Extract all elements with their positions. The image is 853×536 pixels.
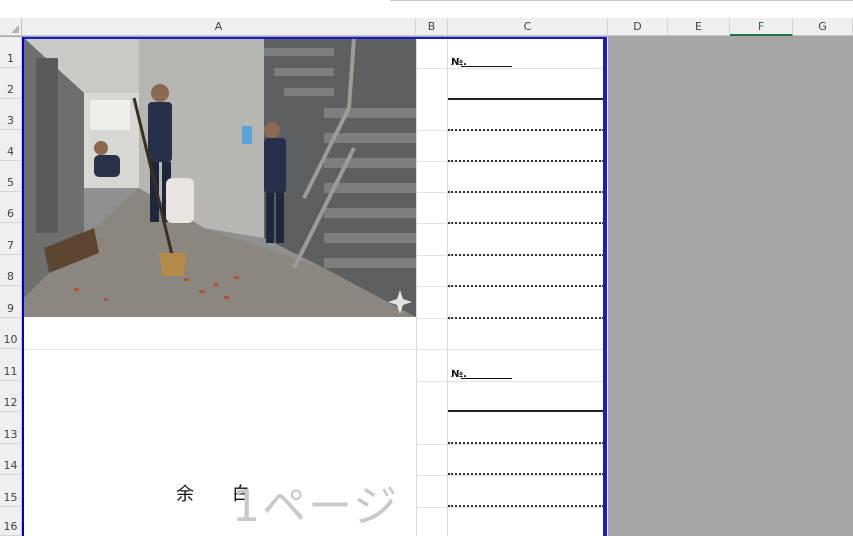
row-header-1[interactable]: 1 bbox=[0, 37, 22, 68]
header-rule bbox=[448, 98, 604, 100]
gridline bbox=[416, 507, 606, 508]
page-break-border-left[interactable] bbox=[22, 37, 24, 536]
column-header-c[interactable]: C bbox=[448, 18, 608, 36]
row-header-13[interactable]: 13 bbox=[0, 412, 22, 444]
writing-line bbox=[448, 254, 604, 256]
gridline bbox=[416, 381, 606, 382]
writing-line bbox=[448, 160, 604, 162]
number-underline bbox=[461, 66, 512, 67]
row-header-11[interactable]: 11 bbox=[0, 349, 22, 381]
writing-line bbox=[448, 222, 604, 224]
row-header-9[interactable]: 9 bbox=[0, 286, 22, 318]
writing-line bbox=[448, 285, 604, 287]
gridline bbox=[416, 444, 606, 445]
outside-print-area[interactable] bbox=[608, 37, 853, 536]
column-header-a[interactable]: A bbox=[22, 18, 416, 36]
row-header-15[interactable]: 15 bbox=[0, 475, 22, 507]
header-rule bbox=[448, 410, 604, 412]
writing-line bbox=[448, 473, 604, 475]
column-header-f[interactable]: F bbox=[730, 18, 793, 36]
column-header-d[interactable]: D bbox=[608, 18, 668, 36]
writing-line bbox=[448, 191, 604, 193]
row-header-8[interactable]: 8 bbox=[0, 255, 22, 286]
page-break-border-right[interactable] bbox=[603, 37, 607, 536]
row-header-3[interactable]: 3 bbox=[0, 99, 22, 130]
row-header-12[interactable]: 12 bbox=[0, 381, 22, 412]
row-header-7[interactable]: 7 bbox=[0, 223, 22, 255]
writing-line bbox=[448, 442, 604, 444]
gridline bbox=[416, 475, 606, 476]
column-header-g[interactable]: G bbox=[793, 18, 853, 36]
number-underline bbox=[461, 378, 512, 379]
row-header-16[interactable]: 16 bbox=[0, 507, 22, 536]
select-all-corner[interactable] bbox=[0, 18, 22, 36]
gridline bbox=[416, 349, 606, 350]
cleaning-staff-photo[interactable] bbox=[24, 38, 416, 317]
gridline bbox=[24, 349, 416, 350]
row-header-2[interactable]: 2 bbox=[0, 68, 22, 99]
row-header-14[interactable]: 14 bbox=[0, 444, 22, 475]
formula-bar-strip bbox=[0, 0, 853, 18]
page-break-border-top[interactable] bbox=[22, 37, 607, 39]
column-header-e[interactable]: E bbox=[668, 18, 730, 36]
writing-line bbox=[448, 505, 604, 507]
row-header-4[interactable]: 4 bbox=[0, 130, 22, 161]
row-header-6[interactable]: 6 bbox=[0, 192, 22, 223]
page-number-watermark: 1ページ bbox=[232, 481, 400, 532]
row-header-5[interactable]: 5 bbox=[0, 161, 22, 192]
writing-line bbox=[448, 317, 604, 319]
gridline bbox=[416, 68, 606, 69]
spreadsheet-page-break-view: A B C D E F G 1 2 3 4 5 6 7 8 9 10 11 12… bbox=[0, 0, 853, 536]
row-header-10[interactable]: 10 bbox=[0, 318, 22, 349]
writing-line bbox=[448, 129, 604, 131]
column-header-b[interactable]: B bbox=[416, 18, 448, 36]
